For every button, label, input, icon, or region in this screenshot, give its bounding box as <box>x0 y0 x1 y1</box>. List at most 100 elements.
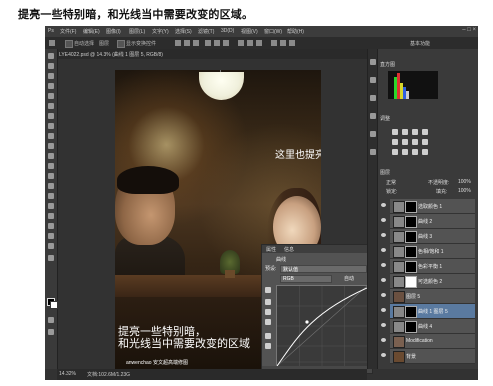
curve-point-edit-icon[interactable] <box>265 333 271 339</box>
character-panel-icon[interactable] <box>370 113 376 119</box>
screen-mode-icon[interactable] <box>48 329 54 335</box>
vibrance-icon[interactable] <box>392 139 398 145</box>
clone-stamp-tool-icon[interactable] <box>48 133 54 139</box>
hue-saturation-icon[interactable] <box>402 139 408 145</box>
document-size-readout[interactable]: 文档:102.6M/1.23G <box>87 371 130 378</box>
path-selection-tool-icon[interactable] <box>48 213 54 219</box>
black-point-eyedropper-icon[interactable] <box>265 299 271 305</box>
pen-tool-icon[interactable] <box>48 193 54 199</box>
menu-file[interactable]: 文件(F) <box>60 28 76 35</box>
visibility-eye-icon[interactable] <box>381 218 386 222</box>
channel-select[interactable]: RGB <box>280 275 332 283</box>
layer-row[interactable]: 图层 5 <box>381 289 475 304</box>
white-point-eyedropper-icon[interactable] <box>265 319 271 325</box>
visibility-eye-icon[interactable] <box>381 353 386 357</box>
auto-select-checkbox[interactable] <box>65 40 73 48</box>
document-tab[interactable]: LYE4022.psd @ 14.3% (曲线 1 图层 5, RGB/8) <box>59 51 163 58</box>
distribute-bottom-icon[interactable] <box>256 40 262 46</box>
visibility-eye-icon[interactable] <box>381 308 386 312</box>
layer-row[interactable]: 选取颜色 1 <box>381 199 475 214</box>
layer-row[interactable]: 曲线 3 <box>381 229 475 244</box>
on-image-adjust-icon[interactable] <box>265 287 271 293</box>
layer-row-selected[interactable]: 曲线 1 图层 5 <box>381 304 475 319</box>
levels-icon[interactable] <box>402 129 408 135</box>
more-tools-icon[interactable] <box>48 255 54 261</box>
curve-control-point[interactable] <box>305 320 309 324</box>
fill-value[interactable]: 100% <box>458 188 471 194</box>
align-middle-icon[interactable] <box>184 40 190 46</box>
layer-row[interactable]: 色相/饱和 1 <box>381 244 475 259</box>
type-tool-icon[interactable] <box>48 203 54 209</box>
hand-tool-icon[interactable] <box>48 233 54 239</box>
lasso-tool-icon[interactable] <box>48 73 54 79</box>
menu-filter[interactable]: 滤镜(T) <box>198 28 214 35</box>
align-left-icon[interactable] <box>205 40 211 46</box>
distribute-center-icon[interactable] <box>280 40 286 46</box>
gray-point-eyedropper-icon[interactable] <box>265 309 271 315</box>
zoom-tool-icon[interactable] <box>48 243 54 249</box>
curves-graph[interactable] <box>276 285 368 367</box>
posterize-icon[interactable] <box>402 149 408 155</box>
menu-3d[interactable]: 3D(D) <box>221 28 234 34</box>
auto-button[interactable]: 自动 <box>344 275 354 282</box>
history-brush-tool-icon[interactable] <box>48 143 54 149</box>
distribute-left-icon[interactable] <box>271 40 277 46</box>
quick-select-tool-icon[interactable] <box>48 83 54 89</box>
move-tool-icon[interactable] <box>49 40 55 46</box>
tab-info[interactable]: 信息 <box>284 246 294 253</box>
layer-row[interactable]: 曲线 2 <box>381 214 475 229</box>
align-center-icon[interactable] <box>214 40 220 46</box>
distribute-middle-icon[interactable] <box>247 40 253 46</box>
tab-properties[interactable]: 属性 <box>266 246 276 253</box>
layer-row[interactable]: 色彩平衡 1 <box>381 259 475 274</box>
shape-tool-icon[interactable] <box>48 223 54 229</box>
crop-tool-icon[interactable] <box>48 93 54 99</box>
visibility-eye-icon[interactable] <box>381 293 386 297</box>
opacity-value[interactable]: 100% <box>458 179 471 185</box>
ps-logo[interactable]: Ps <box>48 28 54 34</box>
menu-select[interactable]: 选择(S) <box>175 28 192 35</box>
menu-view[interactable]: 视图(V) <box>241 28 258 35</box>
visibility-eye-icon[interactable] <box>381 248 386 252</box>
menu-help[interactable]: 帮助(H) <box>287 28 304 35</box>
layer-mask-thumbnail[interactable] <box>405 231 417 243</box>
selective-color-icon[interactable] <box>422 149 428 155</box>
auto-select-target[interactable]: 图层 <box>99 40 109 47</box>
quick-mask-icon[interactable] <box>48 317 54 323</box>
distribute-right-icon[interactable] <box>289 40 295 46</box>
curves-icon[interactable] <box>412 129 418 135</box>
menu-type[interactable]: 文字(Y) <box>152 28 169 35</box>
marquee-tool-icon[interactable] <box>48 63 54 69</box>
gradient-map-icon[interactable] <box>412 149 418 155</box>
menu-window[interactable]: 窗口(W) <box>264 28 282 35</box>
align-top-icon[interactable] <box>175 40 181 46</box>
zoom-readout[interactable]: 14.32% <box>59 371 76 377</box>
layer-mask-thumbnail[interactable] <box>405 276 417 288</box>
healing-brush-tool-icon[interactable] <box>48 113 54 119</box>
actions-panel-icon[interactable] <box>370 77 376 83</box>
workspace-switcher[interactable]: 基本功能 <box>410 40 430 47</box>
history-panel-icon[interactable] <box>370 59 376 65</box>
menu-layer[interactable]: 图层(L) <box>129 28 145 35</box>
align-bottom-icon[interactable] <box>193 40 199 46</box>
visibility-eye-icon[interactable] <box>381 323 386 327</box>
gradient-tool-icon[interactable] <box>48 163 54 169</box>
align-right-icon[interactable] <box>223 40 229 46</box>
eyedropper-tool-icon[interactable] <box>48 103 54 109</box>
transform-controls-checkbox[interactable] <box>117 40 125 48</box>
visibility-eye-icon[interactable] <box>381 263 386 267</box>
tab-histogram[interactable]: 直方图 <box>380 61 395 68</box>
invert-icon[interactable] <box>392 149 398 155</box>
distribute-top-icon[interactable] <box>238 40 244 46</box>
visibility-eye-icon[interactable] <box>381 338 386 342</box>
visibility-eye-icon[interactable] <box>381 233 386 237</box>
layer-mask-thumbnail[interactable] <box>405 306 417 318</box>
layer-mask-thumbnail[interactable] <box>405 321 417 333</box>
paragraph-panel-icon[interactable] <box>370 131 376 137</box>
color-balance-icon[interactable] <box>412 139 418 145</box>
eraser-tool-icon[interactable] <box>48 153 54 159</box>
visibility-eye-icon[interactable] <box>381 278 386 282</box>
brush-panel-icon[interactable] <box>370 95 376 101</box>
layer-mask-thumbnail[interactable] <box>405 201 417 213</box>
menu-edit[interactable]: 编辑(E) <box>83 28 100 35</box>
